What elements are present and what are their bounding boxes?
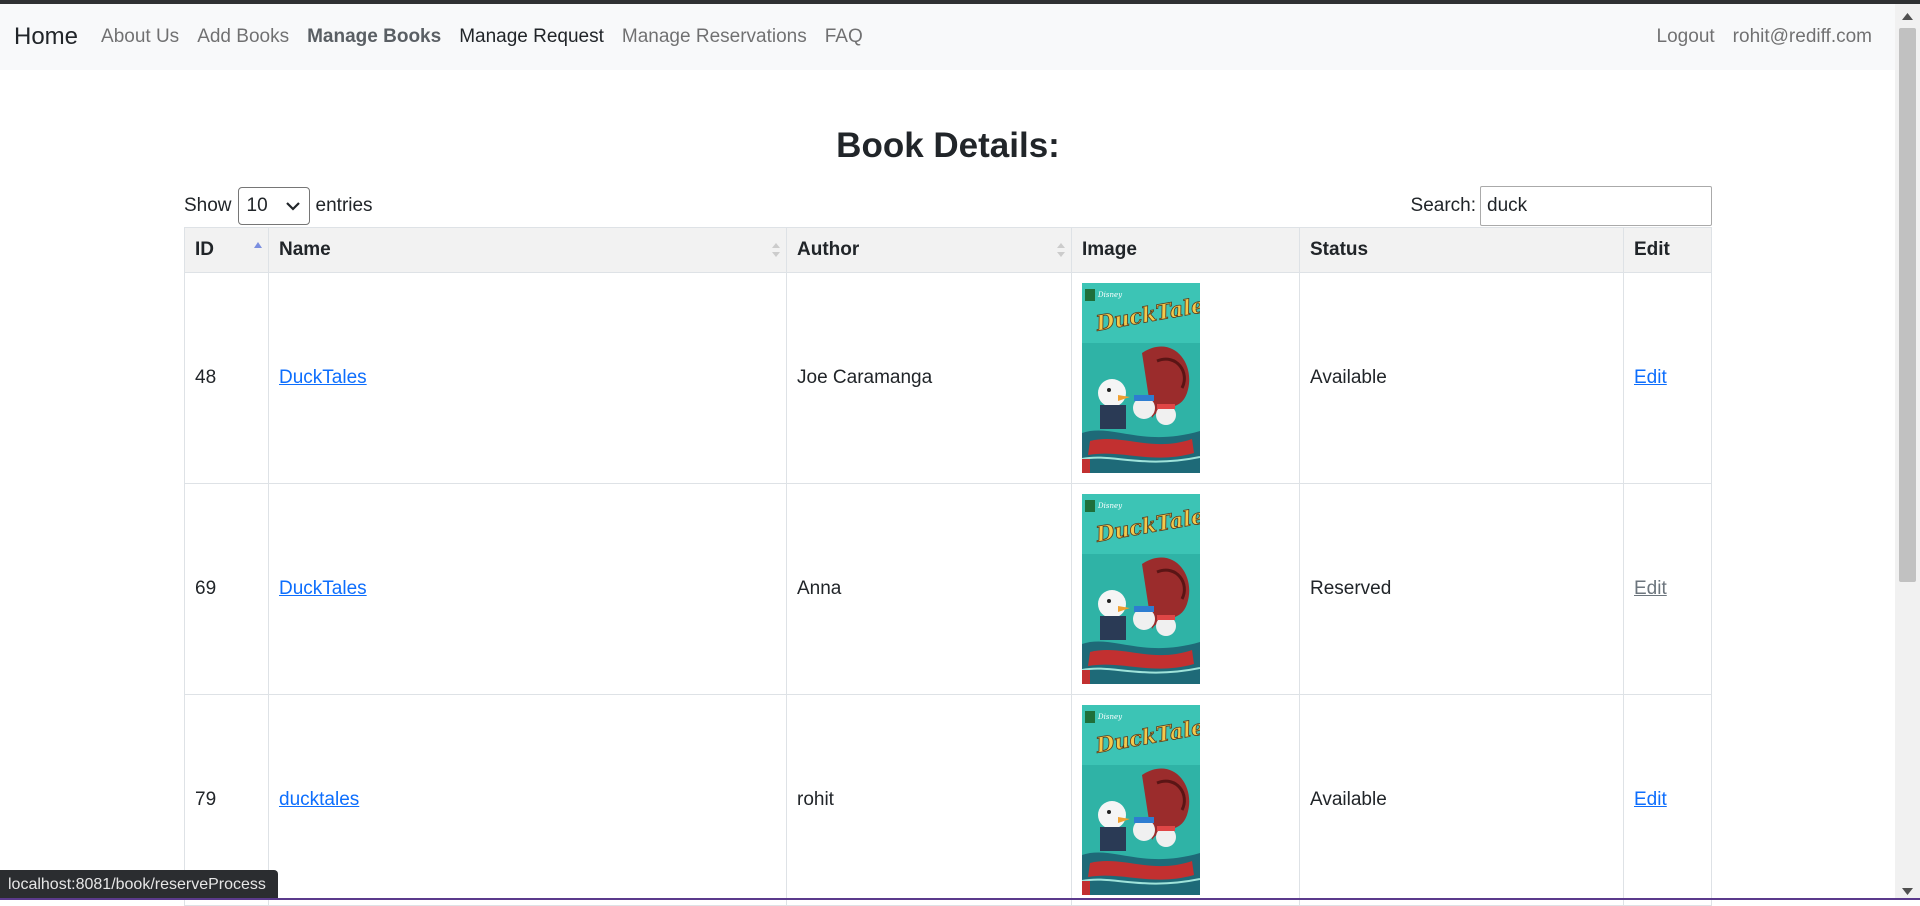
sort-both-icon bbox=[1057, 243, 1065, 257]
column-header-status: Status bbox=[1299, 227, 1624, 273]
cell-author: Joe Caramanga bbox=[786, 272, 1072, 484]
edit-link[interactable]: Edit bbox=[1634, 367, 1667, 388]
chevron-down-icon bbox=[285, 202, 300, 211]
search-input[interactable] bbox=[1480, 186, 1712, 226]
cell-image: Disney DuckTales bbox=[1071, 272, 1300, 484]
book-name-link[interactable]: DuckTales bbox=[279, 578, 367, 599]
entries-label: entries bbox=[315, 195, 373, 216]
edit-link-disabled: Edit bbox=[1634, 578, 1667, 599]
nav-faq[interactable]: FAQ bbox=[825, 26, 863, 48]
sort-asc-icon bbox=[254, 242, 262, 248]
cell-name: DuckTales bbox=[268, 483, 787, 695]
books-table: ID Name Author Image Status Edit 48 Duck… bbox=[184, 227, 1712, 906]
cell-author: rohit bbox=[786, 694, 1072, 906]
sort-both-icon bbox=[772, 243, 780, 257]
scroll-down-arrow-icon[interactable] bbox=[1902, 888, 1913, 896]
column-header-name[interactable]: Name bbox=[268, 227, 787, 273]
cell-edit: Edit bbox=[1623, 694, 1712, 906]
scrollbar-thumb[interactable] bbox=[1899, 28, 1916, 582]
nav-logout[interactable]: Logout bbox=[1657, 26, 1715, 48]
cell-status: Reserved bbox=[1299, 483, 1624, 695]
column-header-author-label: Author bbox=[797, 239, 860, 260]
page-title: Book Details: bbox=[836, 126, 1060, 165]
nav-user-email[interactable]: rohit@rediff.com bbox=[1733, 26, 1872, 48]
entries-select-value: 10 bbox=[246, 195, 268, 216]
search-label: Search: bbox=[1410, 195, 1476, 216]
nav-manage-request[interactable]: Manage Request bbox=[459, 26, 604, 48]
book-cover-image: Disney DuckTales bbox=[1082, 494, 1289, 684]
column-header-name-label: Name bbox=[279, 239, 331, 260]
cell-image: Disney DuckTales bbox=[1071, 694, 1300, 906]
search-control: Search: bbox=[1411, 185, 1712, 227]
cell-author: Anna bbox=[786, 483, 1072, 695]
nav-right-group: Logout rohit@rediff.com bbox=[1648, 26, 1881, 48]
cell-status: Available bbox=[1299, 272, 1624, 484]
svg-text:Disney: Disney bbox=[1097, 291, 1123, 299]
cell-name: ducktales bbox=[268, 694, 787, 906]
scroll-up-arrow-icon[interactable] bbox=[1902, 12, 1913, 20]
cell-edit: Edit bbox=[1623, 483, 1712, 695]
cell-status: Available bbox=[1299, 694, 1624, 906]
status-url: localhost:8081/book/reserveProcess bbox=[8, 876, 266, 893]
table-controls: Show 10 entries Search: bbox=[184, 185, 1712, 227]
show-label: Show bbox=[184, 195, 232, 216]
cell-id: 48 bbox=[184, 272, 269, 484]
column-header-image: Image bbox=[1071, 227, 1300, 273]
cell-image: Disney DuckTales bbox=[1071, 483, 1300, 695]
page-scrollbar[interactable] bbox=[1895, 4, 1920, 900]
book-cover-image: Disney DuckTales bbox=[1082, 283, 1289, 473]
svg-text:Disney: Disney bbox=[1097, 502, 1123, 510]
column-header-id[interactable]: ID bbox=[184, 227, 269, 273]
entries-length-control: Show 10 entries bbox=[184, 185, 373, 227]
cell-edit: Edit bbox=[1623, 272, 1712, 484]
nav-home-link[interactable]: Home bbox=[14, 23, 78, 51]
table-row: 48 DuckTales Joe Caramanga Disney DuckTal… bbox=[184, 272, 1712, 484]
book-name-link[interactable]: DuckTales bbox=[279, 367, 367, 388]
nav-add-books[interactable]: Add Books bbox=[197, 26, 289, 48]
cell-name: DuckTales bbox=[268, 272, 787, 484]
svg-text:Disney: Disney bbox=[1097, 713, 1123, 721]
browser-status-bar: localhost:8081/book/reserveProcess bbox=[0, 870, 278, 900]
column-header-edit: Edit bbox=[1623, 227, 1712, 273]
entries-select[interactable]: 10 bbox=[237, 187, 310, 225]
column-header-author[interactable]: Author bbox=[786, 227, 1072, 273]
cell-id: 69 bbox=[184, 483, 269, 695]
book-name-link[interactable]: ducktales bbox=[279, 789, 359, 810]
table-header-row: ID Name Author Image Status Edit bbox=[184, 227, 1712, 273]
column-header-id-label: ID bbox=[195, 239, 214, 260]
nav-manage-books[interactable]: Manage Books bbox=[307, 26, 441, 48]
table-row: 79 ducktales rohit Disney DuckTales Avail… bbox=[184, 694, 1712, 906]
nav-manage-reservations[interactable]: Manage Reservations bbox=[622, 26, 807, 48]
edit-link[interactable]: Edit bbox=[1634, 789, 1667, 810]
book-cover-image: Disney DuckTales bbox=[1082, 705, 1289, 895]
table-row: 69 DuckTales Anna Disney DuckTales Reserv… bbox=[184, 483, 1712, 695]
nav-about-us[interactable]: About Us bbox=[101, 26, 179, 48]
navbar: Home About Us Add Books Manage Books Man… bbox=[0, 4, 1895, 70]
